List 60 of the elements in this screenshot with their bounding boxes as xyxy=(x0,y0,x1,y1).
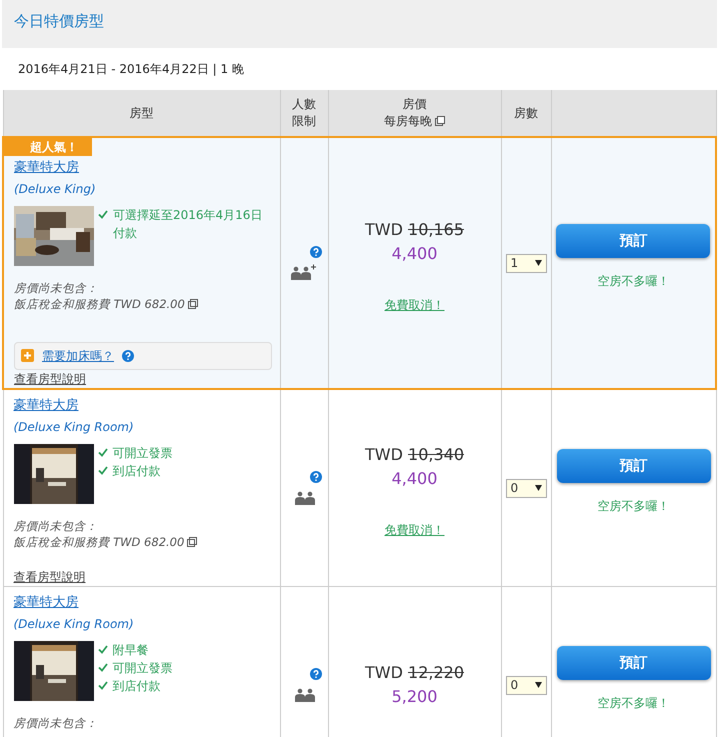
room-name-english: (Deluxe King) xyxy=(14,180,96,198)
tax-note-label: 房價尚未包含： xyxy=(14,714,98,730)
room-name-link[interactable]: 豪華特大房 xyxy=(14,593,78,612)
feature-text: 可開立發票 xyxy=(112,660,172,676)
room-details-link[interactable]: 查看房型說明 xyxy=(14,568,86,586)
room-name-english: (Deluxe King Room) xyxy=(14,616,134,632)
caret-icon xyxy=(534,485,542,491)
original-price: 12,220 xyxy=(408,663,464,682)
popup-icon xyxy=(187,536,198,546)
room-details-link[interactable]: 查看房型說明 xyxy=(14,370,86,388)
stay-dates: 2016年4月21日 - 2016年4月22日 | 1 晚 xyxy=(18,62,244,76)
popup-icon xyxy=(188,298,198,308)
discount-price: 5,200 xyxy=(390,686,438,708)
room-count-select[interactable]: 1 xyxy=(506,254,546,272)
availability-note: 空房不多囉！ xyxy=(596,498,670,515)
column-header: 人數 xyxy=(292,97,316,111)
feature-text: 到店付款 xyxy=(112,462,160,480)
discount-price: 4,400 xyxy=(390,243,438,265)
tax-note-label: 房價尚未包含： xyxy=(14,280,99,296)
feature-text: 可選擇延至2016年4月16日付款 xyxy=(113,206,264,242)
section-title: 今日特價房型 xyxy=(14,12,104,30)
room-count-select[interactable]: 0 xyxy=(506,676,546,694)
column-header: 限制 xyxy=(292,114,316,128)
original-price: 10,165 xyxy=(408,220,464,239)
original-price: 10,340 xyxy=(408,445,464,464)
room-name-link[interactable]: 豪華特大房 xyxy=(14,158,79,178)
tax-note-text: 飯店稅金和服務費 TWD 682.00 xyxy=(14,534,184,548)
column-header: 房價 xyxy=(402,97,426,111)
help-icon[interactable] xyxy=(310,668,322,680)
tax-note-text: 飯店稅金和服務費 TWD 682.00 xyxy=(14,296,185,310)
room-name-link[interactable]: 豪華特大房 xyxy=(14,396,78,416)
availability-note: 空房不多囉！ xyxy=(596,695,670,712)
column-header: 房數 xyxy=(514,106,538,120)
plus-icon[interactable] xyxy=(21,349,34,362)
book-button[interactable]: 預訂 xyxy=(556,646,710,680)
caret-icon xyxy=(534,682,542,688)
availability-note: 空房不多囉！ xyxy=(596,273,670,290)
book-button[interactable]: 預訂 xyxy=(556,449,710,483)
feature-text: 附早餐 xyxy=(112,642,148,658)
feature-text: 可開立發票 xyxy=(112,444,172,462)
discount-price: 4,400 xyxy=(390,468,438,490)
column-header: 每房每晚 xyxy=(384,114,432,128)
room-name-english: (Deluxe King Room) xyxy=(14,418,134,436)
currency-label: TWD xyxy=(365,445,403,464)
free-cancellation-link[interactable]: 免費取消！ xyxy=(384,296,444,314)
check-icon xyxy=(98,210,108,218)
currency-label: TWD xyxy=(365,220,403,239)
extra-bed-link[interactable]: 需要加床嗎？ xyxy=(42,346,114,364)
free-cancellation-link[interactable]: 免費取消！ xyxy=(384,521,444,539)
currency-label: TWD xyxy=(365,663,403,682)
caret-icon xyxy=(534,260,542,266)
help-icon[interactable] xyxy=(122,350,134,362)
feature-text: 到店付款 xyxy=(112,678,160,694)
help-icon[interactable] xyxy=(310,471,322,483)
room-count-select[interactable]: 0 xyxy=(506,478,546,498)
column-header: 房型 xyxy=(130,106,154,120)
tax-note-label: 房價尚未包含： xyxy=(14,518,98,534)
popularity-badge: 超人氣！ xyxy=(4,138,92,156)
book-button[interactable]: 預訂 xyxy=(556,224,710,258)
help-icon[interactable] xyxy=(310,246,322,258)
